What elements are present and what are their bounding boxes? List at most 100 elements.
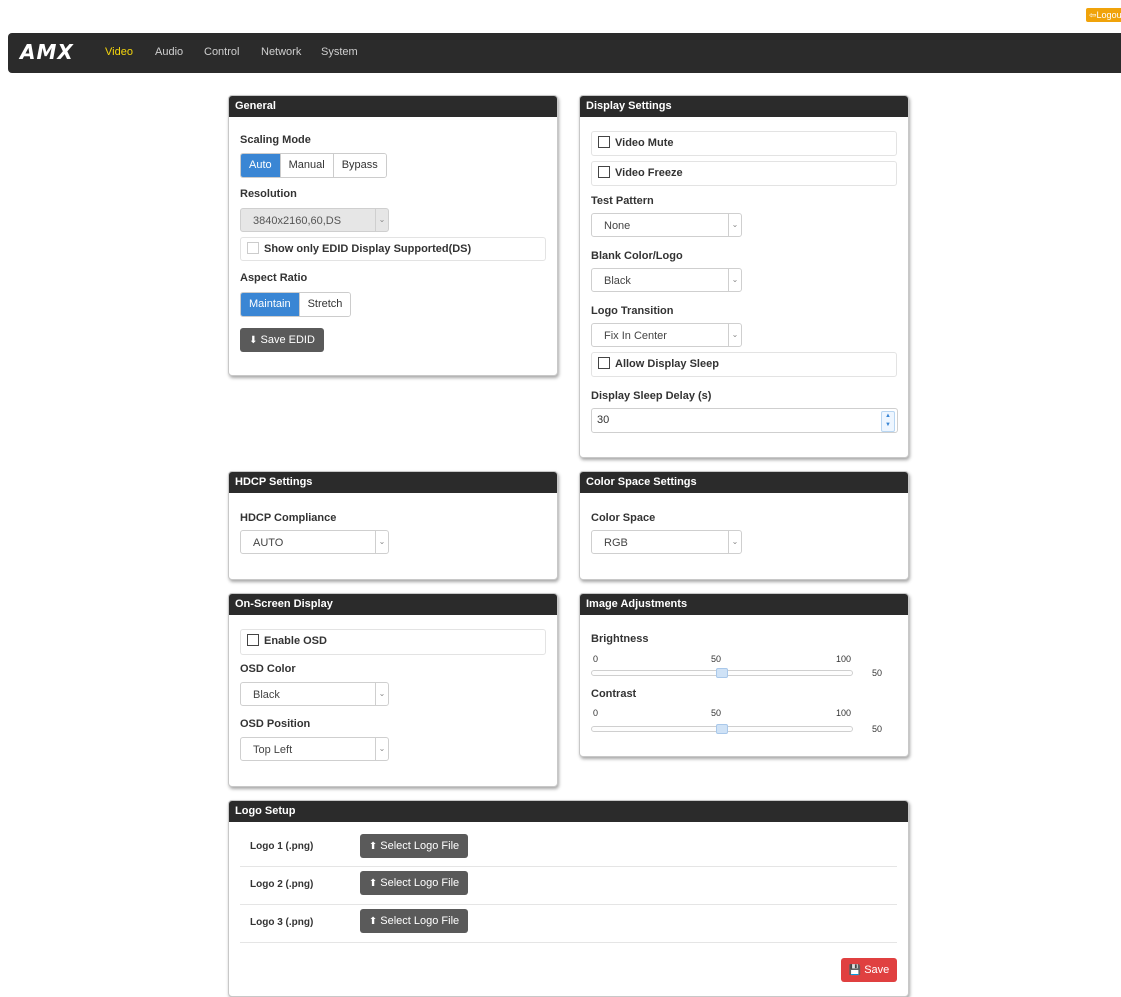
test-pattern-value: None — [604, 220, 631, 232]
display-settings-title: Display Settings — [580, 96, 908, 117]
save-button[interactable]: 💾 Save — [841, 958, 897, 982]
osd-color-value: Black — [253, 689, 280, 701]
enable-osd-row[interactable]: Enable OSD — [240, 629, 546, 655]
contrast-mid: 50 — [711, 708, 722, 718]
select-logo-3-button[interactable]: ⬆ Select Logo File — [360, 909, 468, 933]
enable-osd-label: Enable OSD — [264, 635, 327, 647]
enable-osd-checkbox[interactable] — [247, 634, 259, 647]
contrast-label: Contrast — [591, 688, 637, 700]
brightness-mid: 50 — [711, 654, 722, 664]
chevron-down-icon: ⌄ — [728, 214, 741, 236]
chevron-down-icon: ⌄ — [375, 209, 388, 231]
hdcp-settings-title: HDCP Settings — [229, 472, 557, 493]
hdcp-compliance-value: AUTO — [253, 537, 284, 549]
logo-2-label: Logo 2 (.png) — [250, 879, 314, 890]
video-mute-checkbox[interactable] — [598, 136, 610, 149]
logo-setup-title: Logo Setup — [229, 801, 908, 822]
resolution-value: 3840x2160,60,DS — [253, 215, 342, 227]
image-adjustments-title: Image Adjustments — [580, 594, 908, 615]
blank-color-label: Blank Color/Logo — [591, 250, 683, 262]
select-logo-2-button[interactable]: ⬆ Select Logo File — [360, 871, 468, 895]
save-edid-button[interactable]: ⬇ Save EDID — [240, 328, 324, 352]
save-edid-label: Save EDID — [260, 334, 315, 346]
osd-panel: On-Screen Display Enable OSD OSD Color B… — [228, 593, 558, 787]
sleep-delay-label: Display Sleep Delay (s) — [591, 390, 712, 402]
chevron-down-icon: ⌄ — [375, 683, 388, 705]
sleep-delay-input[interactable]: 30 ▲ ▼ — [591, 408, 898, 433]
brightness-slider-handle[interactable] — [716, 668, 728, 678]
edid-only-checkbox[interactable] — [247, 242, 259, 255]
hdcp-compliance-select[interactable]: AUTO ⌄ — [240, 530, 389, 554]
osd-color-select[interactable]: Black ⌄ — [240, 682, 389, 706]
spinner-arrows-icon[interactable]: ▲ ▼ — [881, 411, 895, 432]
contrast-value: 50 — [872, 724, 883, 734]
chevron-down-icon: ⌄ — [728, 269, 741, 291]
scaling-manual-button[interactable]: Manual — [280, 154, 334, 177]
resolution-select[interactable]: 3840x2160,60,DS ⌄ — [240, 208, 389, 232]
save-label: Save — [864, 964, 890, 976]
scaling-mode-group: Auto Manual Bypass — [240, 153, 387, 178]
brightness-max: 100 — [836, 654, 852, 664]
general-title: General — [229, 96, 557, 117]
test-pattern-label: Test Pattern — [591, 195, 654, 207]
chevron-down-icon: ⌄ — [375, 531, 388, 553]
logo-transition-value: Fix In Center — [604, 330, 667, 342]
logo-transition-select[interactable]: Fix In Center ⌄ — [591, 323, 742, 347]
nav-control[interactable]: Control — [204, 46, 239, 58]
amx-logo: AMX — [20, 40, 74, 64]
aspect-maintain-button[interactable]: Maintain — [241, 293, 300, 316]
logo-transition-label: Logo Transition — [591, 305, 674, 317]
allow-sleep-row[interactable]: Allow Display Sleep — [591, 352, 897, 377]
top-navbar: AMX Video Audio Control Network System — [8, 33, 1121, 73]
allow-sleep-label: Allow Display Sleep — [615, 358, 719, 370]
divider — [240, 866, 897, 867]
upload-icon: ⬆ — [368, 841, 378, 852]
select-logo-1-label: Select Logo File — [380, 840, 460, 852]
logo-1-label: Logo 1 (.png) — [250, 841, 314, 852]
blank-color-value: Black — [604, 275, 631, 287]
image-adjustments-panel: Image Adjustments Brightness 0 50 100 50… — [579, 593, 909, 757]
color-space-title: Color Space Settings — [580, 472, 908, 493]
chevron-down-icon: ⌄ — [728, 531, 741, 553]
video-freeze-label: Video Freeze — [615, 167, 683, 179]
sleep-delay-value: 30 — [597, 414, 610, 426]
scaling-bypass-button[interactable]: Bypass — [333, 154, 386, 177]
color-space-label: Color Space — [591, 512, 656, 524]
nav-video[interactable]: Video — [105, 46, 133, 58]
test-pattern-select[interactable]: None ⌄ — [591, 213, 742, 237]
nav-network[interactable]: Network — [261, 46, 301, 58]
scaling-mode-label: Scaling Mode — [240, 134, 311, 146]
contrast-slider-handle[interactable] — [716, 724, 728, 734]
hdcp-settings-panel: HDCP Settings HDCP Compliance AUTO ⌄ — [228, 471, 558, 580]
general-panel: General Scaling Mode Auto Manual Bypass … — [228, 95, 558, 376]
video-freeze-row[interactable]: Video Freeze — [591, 161, 897, 186]
osd-position-label: OSD Position — [240, 718, 311, 730]
aspect-stretch-button[interactable]: Stretch — [299, 293, 351, 316]
scaling-auto-button[interactable]: Auto — [241, 154, 281, 177]
color-space-select[interactable]: RGB ⌄ — [591, 530, 742, 554]
video-mute-row[interactable]: Video Mute — [591, 131, 897, 156]
allow-sleep-checkbox[interactable] — [598, 357, 610, 370]
nav-system[interactable]: System — [321, 46, 358, 58]
logo-setup-panel: Logo Setup Logo 1 (.png) ⬆ Select Logo Fi… — [228, 800, 909, 997]
select-logo-1-button[interactable]: ⬆ Select Logo File — [360, 834, 468, 858]
osd-title: On-Screen Display — [229, 594, 557, 615]
logout-label: Logout — [1096, 10, 1121, 20]
osd-position-select[interactable]: Top Left ⌄ — [240, 737, 389, 761]
hdcp-compliance-label: HDCP Compliance — [240, 512, 337, 524]
edid-only-label: Show only EDID Display Supported(DS) — [264, 243, 472, 255]
upload-icon: ⬆ — [368, 916, 378, 927]
brightness-label: Brightness — [591, 633, 649, 645]
video-freeze-checkbox[interactable] — [598, 166, 610, 179]
edid-only-checkbox-row[interactable]: Show only EDID Display Supported(DS) — [240, 237, 546, 261]
color-space-panel: Color Space Settings Color Space RGB ⌄ — [579, 471, 909, 580]
save-icon: 💾 — [848, 965, 862, 976]
blank-color-select[interactable]: Black ⌄ — [591, 268, 742, 292]
chevron-down-icon: ⌄ — [375, 738, 388, 760]
nav-audio[interactable]: Audio — [155, 46, 183, 58]
divider — [240, 904, 897, 905]
osd-color-label: OSD Color — [240, 663, 296, 675]
logout-button[interactable]: ⇦Logout — [1086, 8, 1121, 22]
brightness-value: 50 — [872, 668, 883, 678]
aspect-ratio-label: Aspect Ratio — [240, 272, 308, 284]
